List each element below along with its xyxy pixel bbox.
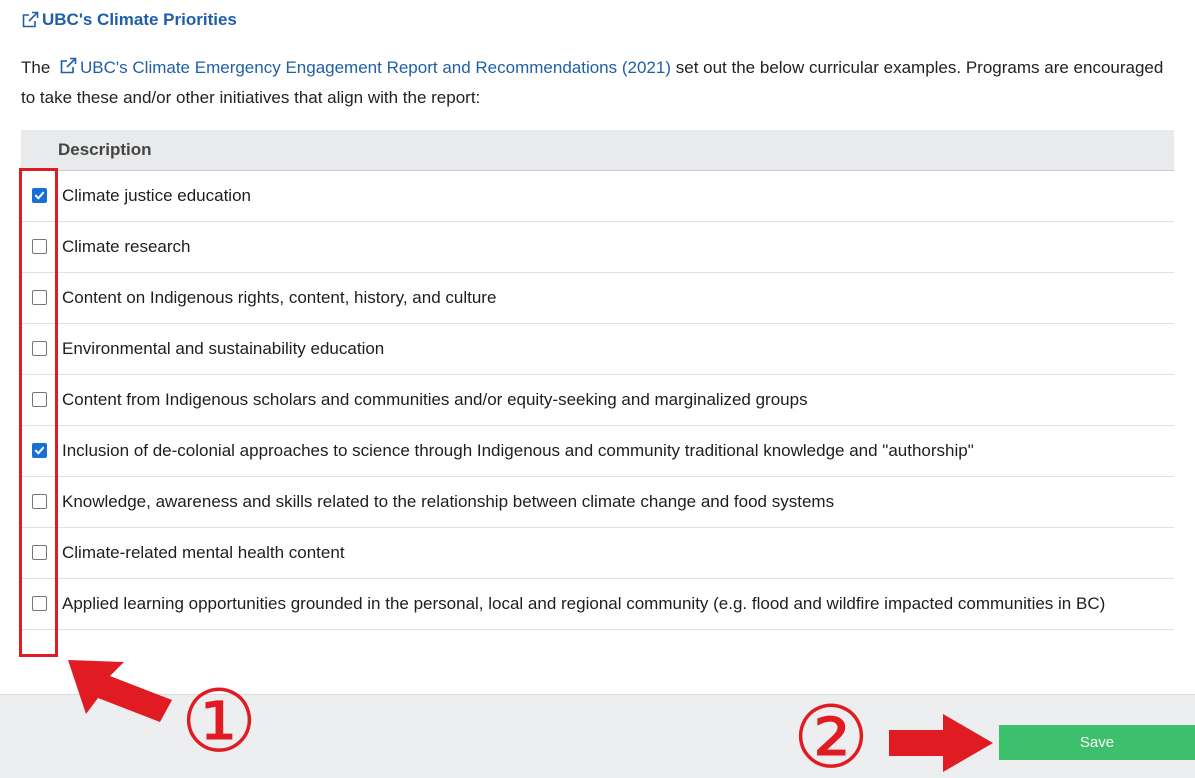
row-description: Climate research <box>62 237 191 256</box>
row-checkbox[interactable] <box>32 494 47 509</box>
row-checkbox[interactable] <box>32 341 47 356</box>
row-description: Applied learning opportunities grounded … <box>62 594 1106 613</box>
checkbox-cell <box>21 324 58 356</box>
checkbox-cell <box>21 171 58 203</box>
row-description: Climate justice education <box>62 186 251 205</box>
table-row: Knowledge, awareness and skills related … <box>21 477 1174 528</box>
checkbox-cell <box>21 222 58 254</box>
row-checkbox[interactable] <box>32 392 47 407</box>
section-heading: UBC's Climate Priorities <box>21 10 237 30</box>
save-button[interactable]: Save <box>999 725 1195 760</box>
intro-paragraph: The UBC's Climate Emergency Engagement R… <box>21 53 1171 113</box>
table-body: Climate justice education Climate researc… <box>21 171 1174 630</box>
checkbox-cell <box>21 579 58 611</box>
table-row: Environmental and sustainability educati… <box>21 324 1174 375</box>
table-row: Climate-related mental health content <box>21 528 1174 579</box>
checkbox-cell <box>21 273 58 305</box>
checkbox-cell <box>21 477 58 509</box>
row-checkbox[interactable] <box>32 596 47 611</box>
row-checkbox[interactable] <box>32 545 47 560</box>
row-checkbox[interactable] <box>32 239 47 254</box>
checkbox-cell <box>21 375 58 407</box>
checkbox-cell <box>21 528 58 560</box>
description-column-header: Description <box>58 140 152 159</box>
external-link-icon[interactable] <box>21 11 39 29</box>
table-header: Description <box>21 130 1174 171</box>
row-checkbox[interactable] <box>32 443 47 458</box>
table-row: Content on Indigenous rights, content, h… <box>21 273 1174 324</box>
row-description: Inclusion of de-colonial approaches to s… <box>62 441 974 460</box>
table-row: Applied learning opportunities grounded … <box>21 579 1174 630</box>
report-link[interactable]: UBC's Climate Emergency Engagement Repor… <box>80 58 671 77</box>
table-row: Content from Indigenous scholars and com… <box>21 375 1174 426</box>
checkbox-cell <box>21 426 58 458</box>
row-checkbox[interactable] <box>32 290 47 305</box>
priorities-table: Description Climate justice education Cli… <box>21 130 1174 630</box>
intro-prefix: The <box>21 58 51 77</box>
row-description: Knowledge, awareness and skills related … <box>62 492 835 511</box>
climate-priorities-link[interactable]: UBC's Climate Priorities <box>42 10 237 30</box>
row-description: Environmental and sustainability educati… <box>62 339 385 358</box>
row-description: Content on Indigenous rights, content, h… <box>62 288 497 307</box>
table-row: Climate research <box>21 222 1174 273</box>
external-link-icon[interactable] <box>59 57 77 75</box>
row-checkbox[interactable] <box>32 188 47 203</box>
row-description: Content from Indigenous scholars and com… <box>62 390 808 409</box>
table-row: Inclusion of de-colonial approaches to s… <box>21 426 1174 477</box>
table-row: Climate justice education <box>21 171 1174 222</box>
row-description: Climate-related mental health content <box>62 543 345 562</box>
